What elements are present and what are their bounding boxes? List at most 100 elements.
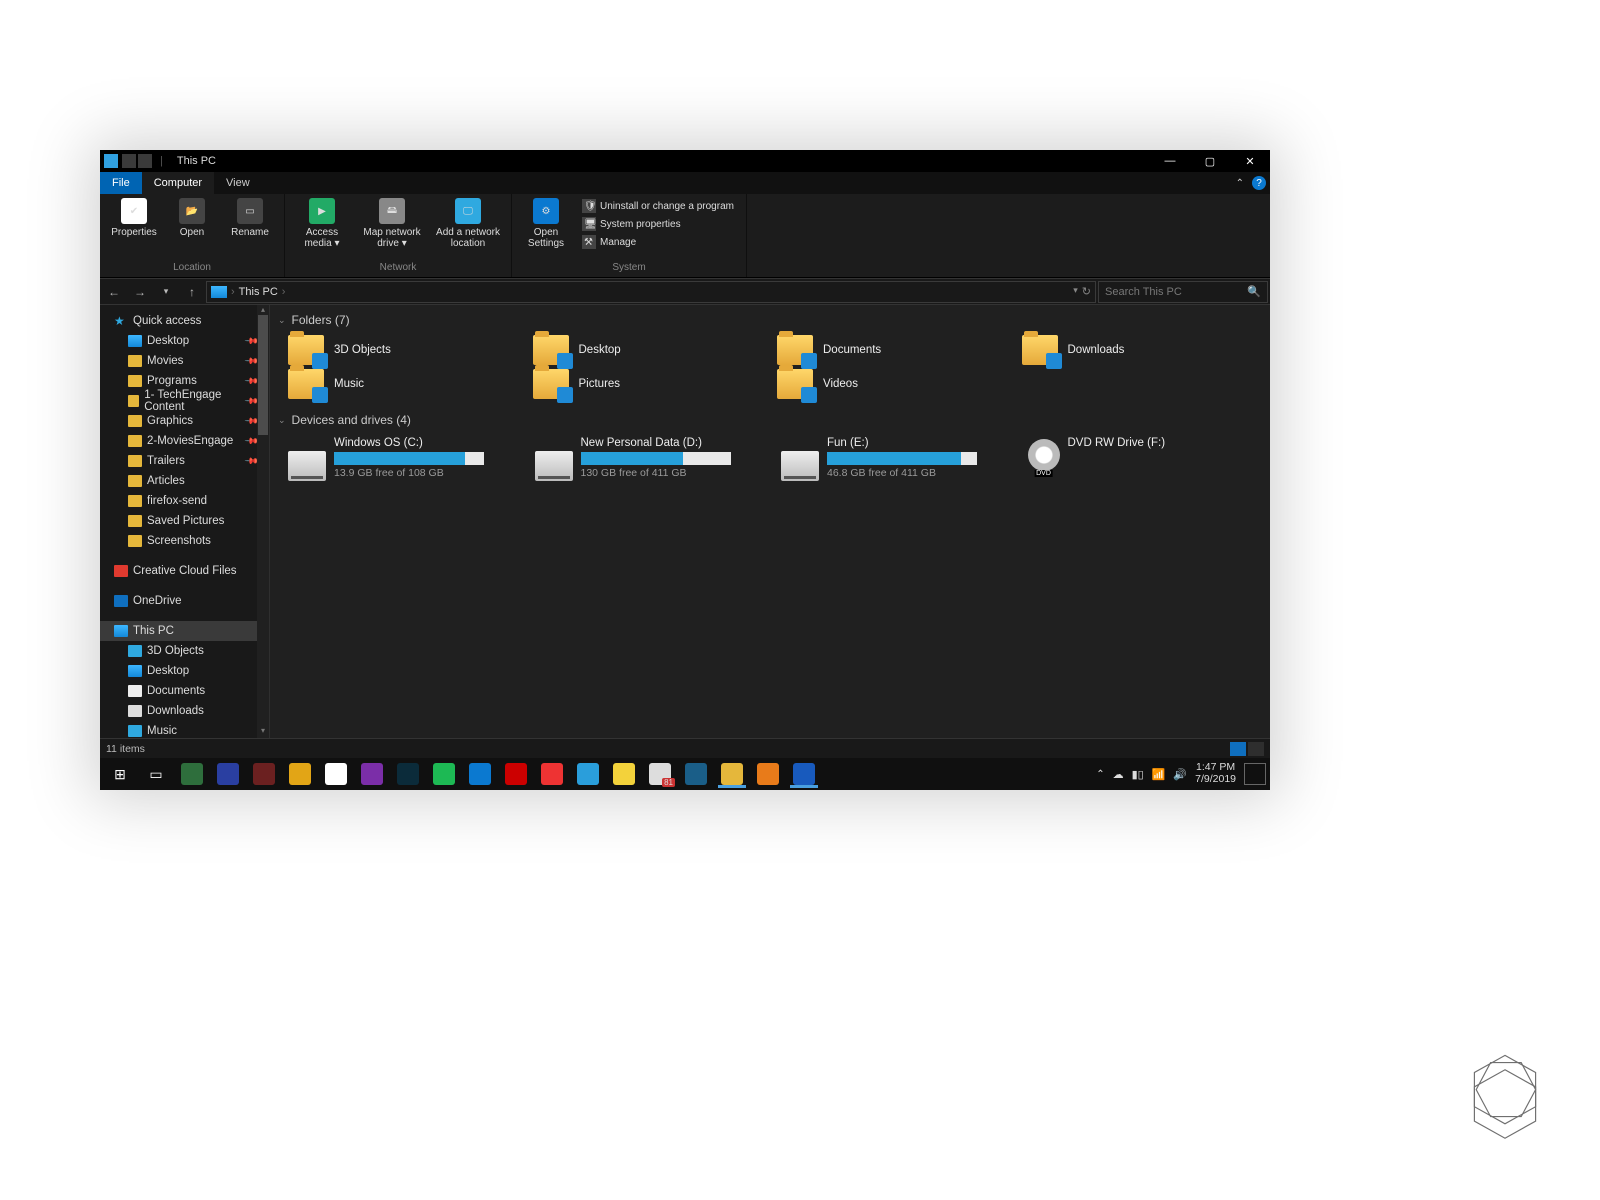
taskbar-clock[interactable]: 1:47 PM7/9/2019 — [1195, 762, 1236, 785]
nav-forward-button[interactable]: → — [128, 280, 152, 304]
folder-item[interactable]: Videos — [777, 369, 1018, 399]
nav-qa-item[interactable]: firefox-send — [100, 491, 257, 511]
access-media-button[interactable]: ▶Access media ▾ — [295, 198, 349, 249]
taskbar-explorer[interactable] — [716, 760, 748, 788]
taskbar-taskview[interactable]: ▭ — [140, 760, 172, 788]
taskbar-netflix[interactable] — [500, 760, 532, 788]
nav-back-button[interactable]: ← — [102, 280, 126, 304]
taskbar-edge[interactable] — [464, 760, 496, 788]
taskbar-vlc[interactable] — [752, 760, 784, 788]
nav-qa-item[interactable]: Screenshots — [100, 531, 257, 551]
nav-creative-cloud[interactable]: Creative Cloud Files — [100, 561, 257, 581]
scroll-thumb[interactable] — [258, 315, 268, 435]
taskbar-sticky[interactable] — [608, 760, 640, 788]
system-properties-button[interactable]: 🖥System properties — [580, 216, 736, 232]
nav-qa-item[interactable]: Movies📌 — [100, 351, 257, 371]
taskbar-app2[interactable] — [212, 760, 244, 788]
nav-qa-item[interactable]: 1- TechEngage Content📌 — [100, 391, 257, 411]
app-icon — [253, 763, 275, 785]
taskbar-spotify[interactable] — [428, 760, 460, 788]
drive-item[interactable]: Windows OS (C:) 13.9 GB free of 108 GB — [288, 437, 523, 481]
nav-pc-item[interactable]: 3D Objects — [100, 641, 257, 661]
navpane-scrollbar[interactable]: ▴ ▾ — [257, 305, 269, 738]
nav-qa-item[interactable]: 2-MoviesEngage📌 — [100, 431, 257, 451]
uninstall-button[interactable]: 🛡Uninstall or change a program — [580, 198, 736, 214]
tab-computer[interactable]: Computer — [142, 172, 214, 194]
taskbar-app3[interactable] — [248, 760, 280, 788]
nav-quick-access[interactable]: ★Quick access — [100, 311, 257, 331]
cc-icon — [114, 565, 128, 577]
open-settings-button[interactable]: ⚙Open Settings — [522, 198, 570, 249]
taskbar-photoshop[interactable] — [392, 760, 424, 788]
nav-pc-item[interactable]: Downloads — [100, 701, 257, 721]
refresh-button[interactable]: ↻ — [1082, 285, 1091, 298]
nav-pc-item[interactable]: Music — [100, 721, 257, 738]
quick-access-toolbar[interactable] — [122, 154, 152, 168]
nav-history-button[interactable]: ▾ — [154, 280, 178, 304]
taskbar-app5[interactable] — [680, 760, 712, 788]
nav-qa-item[interactable]: Graphics📌 — [100, 411, 257, 431]
tray-volume-icon[interactable]: 🔊 — [1173, 768, 1187, 781]
nav-qa-item[interactable]: Programs📌 — [100, 371, 257, 391]
nav-up-button[interactable]: ↑ — [180, 280, 204, 304]
properties-button[interactable]: ✔Properties — [110, 198, 158, 238]
navigation-pane[interactable]: ★Quick access Desktop📌Movies📌Programs📌1-… — [100, 305, 270, 738]
folder-icon — [128, 725, 142, 737]
drive-item[interactable]: Fun (E:) 46.8 GB free of 411 GB — [781, 437, 1016, 481]
nav-qa-item[interactable]: Articles — [100, 471, 257, 491]
tab-view[interactable]: View — [214, 172, 262, 194]
dvd-drive-item[interactable]: DVDDVD RW Drive (F:) — [1028, 437, 1263, 481]
nav-qa-item[interactable]: Trailers📌 — [100, 451, 257, 471]
content-pane[interactable]: ⌄Folders (7) 3D ObjectsDesktopDocumentsD… — [270, 305, 1270, 738]
scroll-down-icon[interactable]: ▾ — [257, 726, 269, 738]
taskbar-app4[interactable] — [284, 760, 316, 788]
taskbar-chrome[interactable] — [572, 760, 604, 788]
drive-item[interactable]: New Personal Data (D:) 130 GB free of 41… — [535, 437, 770, 481]
tray-network-icon[interactable]: 📶 — [1152, 768, 1166, 781]
section-folders[interactable]: ⌄Folders (7) — [278, 309, 1262, 331]
folder-item[interactable]: Desktop — [533, 335, 774, 365]
folder-item[interactable]: Documents — [777, 335, 1018, 365]
maximize-button[interactable]: ▢ — [1190, 150, 1230, 172]
add-location-button[interactable]: 🖵Add a network location — [435, 198, 501, 249]
taskbar-opera[interactable] — [536, 760, 568, 788]
collapse-ribbon-button[interactable]: ⌃ — [1236, 178, 1244, 189]
nav-pc-item[interactable]: Documents — [100, 681, 257, 701]
taskbar-mail[interactable]: 81 — [644, 760, 676, 788]
system-tray[interactable]: ⌃ ☁ ▮▯ 📶 🔊 1:47 PM7/9/2019 — [1096, 762, 1266, 785]
view-tiles-button[interactable] — [1248, 742, 1264, 756]
manage-button[interactable]: ⚒Manage — [580, 234, 736, 250]
tray-battery-icon[interactable]: ▮▯ — [1132, 768, 1144, 781]
section-drives[interactable]: ⌄Devices and drives (4) — [278, 409, 1262, 431]
help-button[interactable]: ? — [1252, 176, 1266, 190]
address-bar[interactable]: › This PC › ▾ ↻ — [206, 281, 1096, 303]
nav-onedrive[interactable]: OneDrive — [100, 591, 257, 611]
open-button[interactable]: 📂Open — [168, 198, 216, 238]
folder-item[interactable]: Pictures — [533, 369, 774, 399]
folder-item[interactable]: Music — [288, 369, 529, 399]
nav-pc-item[interactable]: Desktop — [100, 661, 257, 681]
tray-expand-icon[interactable]: ⌃ — [1096, 769, 1104, 780]
minimize-button[interactable]: — — [1150, 150, 1190, 172]
taskbar-app1[interactable] — [176, 760, 208, 788]
folder-item[interactable]: Downloads — [1022, 335, 1263, 365]
nav-this-pc[interactable]: This PC — [100, 621, 257, 641]
tab-file[interactable]: File — [100, 172, 142, 194]
map-drive-button[interactable]: 🖴Map network drive ▾ — [359, 198, 425, 249]
taskbar-store[interactable] — [320, 760, 352, 788]
close-button[interactable]: ✕ — [1230, 150, 1270, 172]
nav-qa-item[interactable]: Saved Pictures — [100, 511, 257, 531]
folder-item[interactable]: 3D Objects — [288, 335, 529, 365]
address-dropdown-button[interactable]: ▾ — [1073, 285, 1078, 298]
nav-qa-item[interactable]: Desktop📌 — [100, 331, 257, 351]
taskbar-word[interactable] — [788, 760, 820, 788]
search-input[interactable]: Search This PC 🔍 — [1098, 281, 1268, 303]
action-center-button[interactable] — [1244, 763, 1266, 785]
rename-button[interactable]: ▭Rename — [226, 198, 274, 238]
taskbar-onenote[interactable] — [356, 760, 388, 788]
taskbar-start[interactable]: ⊞ — [104, 760, 136, 788]
folder-icon — [288, 369, 324, 399]
view-details-button[interactable] — [1230, 742, 1246, 756]
tray-onedrive-icon[interactable]: ☁ — [1113, 768, 1124, 781]
breadcrumb[interactable]: This PC — [239, 286, 278, 298]
